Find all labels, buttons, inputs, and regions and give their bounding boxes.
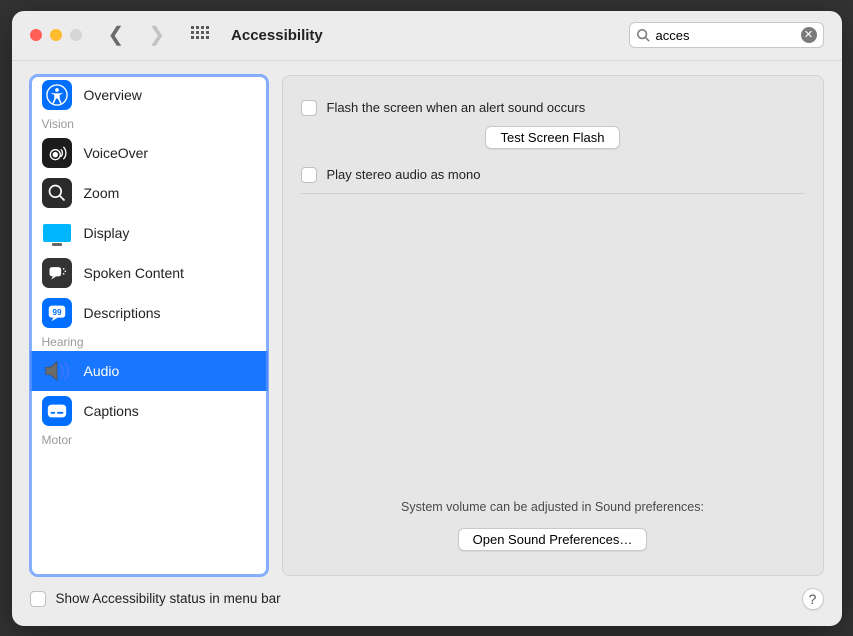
sidebar-item-label: Display [84,225,130,241]
zoom-window-button[interactable] [70,29,82,41]
display-icon [42,218,72,248]
forward-button: ❯ [148,25,165,45]
open-sound-preferences-button[interactable]: Open Sound Preferences… [458,528,648,551]
sidebar-item-label: VoiceOver [84,145,149,161]
sidebar-item-voiceover[interactable]: VoiceOver [30,133,268,173]
flash-screen-label: Flash the screen when an alert sound occ… [327,100,586,115]
sidebar-item-overview[interactable]: Overview [30,75,268,115]
show-status-menubar-label: Show Accessibility status in menu bar [56,591,281,606]
sidebar-item-zoom[interactable]: Zoom [30,173,268,213]
sidebar-section-hearing: Hearing [30,333,268,351]
sidebar-item-label: Audio [84,363,120,379]
sidebar-item-audio[interactable]: Audio [30,351,268,391]
sidebar-item-spoken-content[interactable]: Spoken Content [30,253,268,293]
sidebar-section-motor: Motor [30,431,268,449]
zoom-icon [42,178,72,208]
flash-screen-row: Flash the screen when an alert sound occ… [301,96,805,120]
voiceover-icon [42,138,72,168]
spoken-content-icon [42,258,72,288]
back-button[interactable]: ❮ [108,25,125,45]
audio-settings-panel: Flash the screen when an alert sound occ… [282,75,824,576]
sidebar-item-label: Descriptions [84,305,161,321]
system-preferences-window: ❮ ❯ Accessibility ✕ Overview Vision VoiceO… [12,11,842,626]
search-icon [636,28,650,42]
mono-audio-label: Play stereo audio as mono [327,167,481,182]
search-field[interactable]: ✕ [629,22,824,48]
window-title: Accessibility [231,27,323,44]
titlebar: ❮ ❯ Accessibility ✕ [12,11,842,61]
traffic-lights [30,29,82,41]
sidebar-item-label: Spoken Content [84,265,184,281]
close-window-button[interactable] [30,29,42,41]
accessibility-person-icon [42,80,72,110]
mono-audio-checkbox[interactable] [301,167,317,183]
sidebar-item-label: Overview [84,87,142,103]
sidebar-item-captions[interactable]: Captions [30,391,268,431]
captions-icon [42,396,72,426]
show-status-menubar-checkbox[interactable] [30,591,46,607]
sound-pref-footnote: System volume can be adjusted in Sound p… [301,500,805,514]
sidebar-item-descriptions[interactable]: 99 Descriptions [30,293,268,333]
nav-arrows: ❮ ❯ [108,25,166,45]
audio-icon [42,356,72,386]
sidebar-item-display[interactable]: Display [30,213,268,253]
show-all-grid-button[interactable] [191,26,209,44]
search-input[interactable] [656,28,795,43]
sidebar-item-label: Zoom [84,185,120,201]
svg-text:99: 99 [52,307,62,316]
sidebar-section-vision: Vision [30,115,268,133]
test-screen-flash-button[interactable]: Test Screen Flash [485,126,619,149]
sidebar: Overview Vision VoiceOver Zoom Display Spoken… [30,75,268,576]
descriptions-icon: 99 [42,298,72,328]
help-button[interactable]: ? [802,588,824,610]
content-area: Overview Vision VoiceOver Zoom Display Spoken… [12,61,842,576]
clear-search-button[interactable]: ✕ [801,27,817,43]
mono-audio-row: Play stereo audio as mono [301,163,805,187]
flash-screen-checkbox[interactable] [301,100,317,116]
minimize-window-button[interactable] [50,29,62,41]
bottom-bar: Show Accessibility status in menu bar ? [12,576,842,626]
sidebar-item-label: Captions [84,403,139,419]
